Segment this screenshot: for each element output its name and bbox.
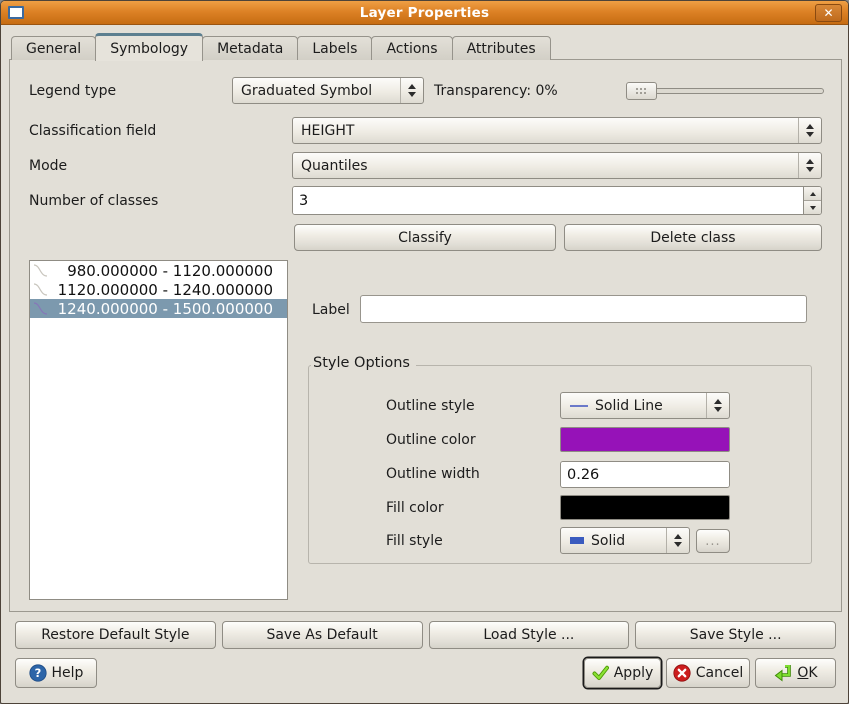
outline-width-spinner[interactable] — [560, 461, 730, 488]
style-buttons-row: Restore Default Style Save As Default Lo… — [15, 621, 836, 649]
fill-color-label: Fill color — [386, 495, 444, 520]
svg-text:?: ? — [34, 666, 41, 680]
spin-down-button[interactable] — [804, 201, 821, 214]
fill-color-swatch[interactable] — [560, 495, 730, 520]
style-options-title: Style Options — [311, 355, 416, 371]
tab-bar: General Symbology Metadata Labels Action… — [11, 32, 550, 60]
line-symbol-icon — [30, 282, 50, 297]
tab-attributes[interactable]: Attributes — [452, 36, 551, 60]
apply-button[interactable]: Apply — [584, 658, 661, 688]
classify-button[interactable]: Classify — [294, 224, 556, 251]
grip-dots-icon — [635, 87, 648, 96]
close-button[interactable]: ✕ — [815, 4, 842, 22]
save-style-button[interactable]: Save Style ... — [635, 621, 836, 649]
class-list-item[interactable]: 980.000000 - 1120.000000 — [30, 261, 287, 280]
mode-value: Quantiles — [293, 158, 798, 174]
load-style-label: Load Style ... — [483, 627, 574, 643]
solid-line-icon — [569, 402, 589, 410]
save-as-default-label: Save As Default — [266, 627, 377, 643]
cancel-button[interactable]: Cancel — [666, 658, 750, 688]
classification-field-label: Classification field — [29, 117, 156, 144]
tab-labels[interactable]: Labels — [297, 36, 372, 60]
apply-button-label: Apply — [614, 665, 654, 681]
combo-updown-icon — [798, 153, 821, 178]
spinner-buttons — [803, 187, 821, 214]
fill-style-value: Solid — [591, 533, 625, 549]
window-title: Layer Properties — [1, 5, 848, 21]
restore-default-style-label: Restore Default Style — [41, 627, 189, 643]
combo-updown-icon — [666, 528, 689, 553]
legend-type-label: Legend type — [29, 78, 116, 104]
label-field-label: Label — [312, 296, 350, 323]
label-input[interactable] — [360, 295, 807, 323]
combo-updown-icon — [798, 118, 821, 143]
class-list-item-selected[interactable]: 1240.000000 - 1500.000000 — [30, 299, 287, 318]
cancel-icon — [673, 664, 691, 682]
number-of-classes-label: Number of classes — [29, 186, 158, 215]
tab-general[interactable]: General — [11, 36, 96, 60]
outline-width-label: Outline width — [386, 461, 480, 487]
mode-select[interactable]: Quantiles — [292, 152, 822, 179]
outline-color-label: Outline color — [386, 427, 476, 452]
class-range-label: 1120.000000 - 1240.000000 — [50, 281, 287, 299]
fill-style-more-button[interactable]: ... — [696, 529, 730, 553]
ok-button-label: OK — [797, 665, 817, 681]
ellipsis-icon: ... — [705, 534, 720, 549]
close-icon: ✕ — [823, 6, 833, 20]
spin-up-button[interactable] — [804, 187, 821, 201]
outline-style-label: Outline style — [386, 393, 475, 419]
combo-updown-icon — [706, 393, 729, 418]
combo-updown-icon — [400, 78, 423, 103]
classification-field-value: HEIGHT — [293, 123, 798, 139]
outline-style-value: Solid Line — [595, 398, 663, 414]
window-icon — [8, 6, 24, 19]
delete-class-button-label: Delete class — [650, 230, 735, 246]
ok-button[interactable]: OK — [755, 658, 836, 688]
outline-style-select[interactable]: Solid Line — [560, 392, 730, 419]
style-options-group: Style Options Outline style Solid Line O… — [308, 365, 812, 564]
title-bar[interactable]: Layer Properties ✕ — [1, 1, 848, 25]
symbology-panel: Legend type Graduated Symbol Transparenc… — [9, 59, 842, 612]
number-of-classes-spinner[interactable] — [292, 186, 822, 215]
class-range-label: 980.000000 - 1120.000000 — [50, 262, 287, 280]
help-button-label: Help — [52, 665, 84, 681]
solid-fill-icon — [569, 536, 585, 545]
fill-style-label: Fill style — [386, 528, 443, 554]
mode-label: Mode — [29, 152, 67, 179]
class-list[interactable]: 980.000000 - 1120.000000 1120.000000 - 1… — [29, 260, 288, 600]
load-style-button[interactable]: Load Style ... — [429, 621, 630, 649]
class-range-label: 1240.000000 - 1500.000000 — [50, 300, 287, 318]
legend-type-value: Graduated Symbol — [233, 83, 400, 99]
restore-default-style-button[interactable]: Restore Default Style — [15, 621, 216, 649]
save-as-default-button[interactable]: Save As Default — [222, 621, 423, 649]
fill-style-select[interactable]: Solid — [560, 527, 690, 554]
number-of-classes-input[interactable] — [293, 187, 803, 214]
apply-check-icon — [592, 665, 609, 681]
transparency-label: Transparency: 0% — [434, 78, 558, 104]
slider-handle[interactable] — [626, 82, 657, 100]
delete-class-button[interactable]: Delete class — [564, 224, 822, 251]
save-style-label: Save Style ... — [690, 627, 782, 643]
classification-field-select[interactable]: HEIGHT — [292, 117, 822, 144]
outline-color-swatch[interactable] — [560, 427, 730, 452]
classify-button-label: Classify — [398, 230, 452, 246]
help-icon: ? — [29, 664, 47, 682]
layer-properties-dialog: Layer Properties ✕ General Symbology Met… — [0, 0, 849, 704]
line-symbol-icon — [30, 263, 50, 278]
ok-enter-icon — [773, 665, 792, 682]
transparency-slider[interactable] — [626, 82, 824, 100]
outline-width-input[interactable] — [561, 462, 730, 487]
tab-symbology[interactable]: Symbology — [95, 33, 203, 61]
legend-type-select[interactable]: Graduated Symbol — [232, 77, 424, 104]
help-button[interactable]: ? Help — [15, 658, 97, 688]
tab-actions[interactable]: Actions — [371, 36, 452, 60]
cancel-button-label: Cancel — [696, 665, 743, 681]
line-symbol-icon — [30, 301, 50, 316]
class-list-item[interactable]: 1120.000000 - 1240.000000 — [30, 280, 287, 299]
tab-metadata[interactable]: Metadata — [202, 36, 298, 60]
